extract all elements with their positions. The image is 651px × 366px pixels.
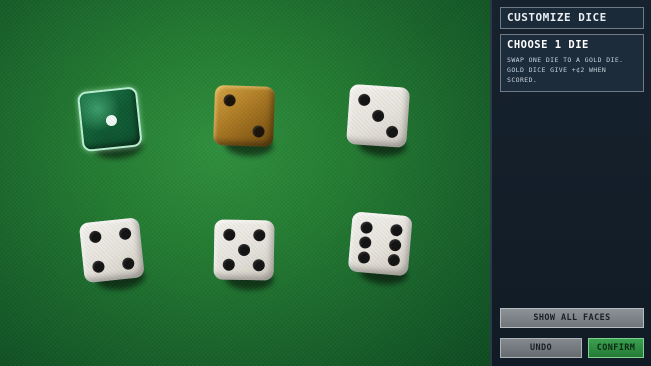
- pip: [357, 93, 371, 107]
- pip: [121, 256, 135, 271]
- jade-die[interactable]: [76, 86, 143, 153]
- white-die[interactable]: [213, 219, 275, 281]
- pip: [385, 125, 399, 139]
- pip: [371, 109, 385, 123]
- pip: [223, 228, 236, 241]
- instruction-box: CHOOSE 1 DIE SWAP ONE DIE TO A GOLD DIE.…: [500, 34, 644, 92]
- pip: [237, 243, 251, 257]
- dice-table: [0, 0, 490, 366]
- pip: [357, 250, 371, 264]
- white-die[interactable]: [347, 211, 413, 277]
- pip: [118, 227, 132, 241]
- pip: [223, 94, 236, 107]
- die-2[interactable]: [213, 84, 279, 157]
- pip: [253, 229, 266, 242]
- pip: [222, 258, 235, 271]
- confirm-button[interactable]: CONFIRM: [588, 338, 644, 358]
- white-die[interactable]: [346, 83, 411, 148]
- undo-button[interactable]: UNDO: [500, 338, 582, 358]
- show-all-faces-button[interactable]: SHOW ALL FACES: [500, 308, 644, 328]
- game-screen: CUSTOMIZE DICE CHOOSE 1 DIE SWAP ONE DIE…: [0, 0, 651, 366]
- pip: [358, 236, 372, 250]
- pip: [387, 253, 401, 267]
- instruction-body: SWAP ONE DIE TO A GOLD DIE. GOLD DICE GI…: [507, 56, 624, 84]
- pip: [105, 114, 118, 127]
- pip: [252, 125, 265, 138]
- white-die[interactable]: [78, 217, 145, 284]
- customize-panel: CUSTOMIZE DICE CHOOSE 1 DIE SWAP ONE DIE…: [490, 0, 651, 366]
- instruction-heading: CHOOSE 1 DIE: [507, 39, 589, 51]
- pip: [91, 260, 106, 274]
- die-6[interactable]: [347, 211, 416, 287]
- die-3[interactable]: [346, 83, 414, 158]
- gold-die[interactable]: [213, 84, 276, 147]
- pip: [88, 230, 102, 244]
- pip: [360, 221, 374, 235]
- pip: [388, 238, 402, 252]
- die-5[interactable]: [213, 219, 278, 291]
- die-4[interactable]: [78, 217, 149, 292]
- pip: [252, 259, 265, 272]
- pip: [389, 223, 403, 237]
- die-1[interactable]: [76, 86, 147, 161]
- panel-title: CUSTOMIZE DICE: [500, 7, 644, 29]
